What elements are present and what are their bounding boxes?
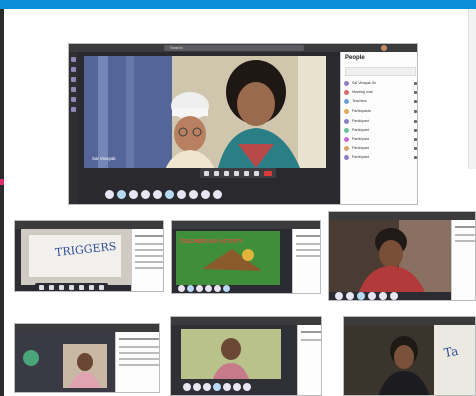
thumbnail-student-2[interactable] — [14, 323, 160, 393]
people-panel: People Sai Vinayak Sir Meeting chat Teac… — [340, 52, 417, 204]
student-feed — [15, 332, 115, 392]
participant-avatar[interactable] — [105, 190, 114, 199]
thumbnail-student-1[interactable] — [328, 211, 476, 301]
people-panel — [115, 332, 159, 392]
list-item[interactable]: Sai Vinayak Sir — [344, 80, 417, 87]
people-panel — [131, 229, 163, 291]
app-rail — [69, 52, 78, 204]
participant-avatar[interactable] — [129, 190, 138, 199]
list-item[interactable]: Participant — [344, 127, 417, 134]
people-panel — [451, 220, 475, 300]
activity-icon[interactable] — [71, 57, 76, 62]
list-item[interactable]: Participants — [344, 108, 417, 115]
participant-avatar[interactable] — [141, 190, 150, 199]
people-panel — [297, 325, 321, 395]
files-icon[interactable] — [71, 107, 76, 112]
participant-strip — [105, 190, 222, 199]
main-call-screenshot: Search Sai Vinayak People Sai Vinayak Si… — [68, 43, 418, 205]
participant-avatar[interactable] — [117, 190, 126, 199]
hang-up-button[interactable] — [264, 170, 272, 176]
thumbnail-whiteboard[interactable]: TRIGGERS — [14, 220, 164, 292]
thumbnail-presentation[interactable]: TEACHERS DAY ACTIVITY — [171, 220, 321, 294]
teams-icon[interactable] — [71, 77, 76, 82]
participant-avatar[interactable] — [201, 190, 210, 199]
slide-title: TEACHERS DAY ACTIVITY — [180, 239, 243, 245]
participant-avatar[interactable] — [153, 190, 162, 199]
meeting-controls — [35, 283, 108, 291]
chat-toggle-icon[interactable] — [254, 170, 259, 176]
participant-strip — [335, 292, 398, 300]
slide-feed — [176, 231, 280, 285]
camera-icon[interactable] — [204, 170, 209, 176]
list-item[interactable]: Participant — [344, 154, 417, 161]
participant-avatar[interactable] — [165, 190, 174, 199]
share-icon[interactable] — [224, 170, 229, 176]
participant-avatar[interactable] — [177, 190, 186, 199]
more-icon[interactable] — [234, 170, 239, 176]
participant-strip — [183, 383, 251, 391]
student-feed — [329, 220, 451, 292]
participant-name: Sai Vinayak — [92, 156, 116, 161]
meeting-controls — [200, 168, 276, 178]
invite-field[interactable] — [345, 67, 416, 76]
raise-hand-icon[interactable] — [244, 170, 249, 176]
left-edge-strip — [0, 9, 4, 396]
calendar-icon[interactable] — [71, 87, 76, 92]
list-item[interactable]: Participant — [344, 118, 417, 125]
list-item[interactable]: Participant — [344, 136, 417, 143]
chat-icon[interactable] — [71, 67, 76, 72]
thumbnail-student-4[interactable]: Ta — [343, 316, 476, 396]
panel-title: People — [345, 55, 365, 61]
video-feed — [78, 52, 340, 204]
video-stage: Sai Vinayak — [78, 52, 340, 204]
list-item[interactable]: Meeting chat — [344, 89, 417, 96]
board-text: Ta — [442, 343, 460, 361]
avatar[interactable] — [381, 45, 387, 51]
list-item[interactable]: Participant — [344, 145, 417, 152]
title-bar: Search — [69, 44, 417, 52]
scrollbar[interactable] — [468, 9, 476, 169]
search-label: Search — [170, 45, 183, 50]
participant-strip — [178, 285, 230, 292]
top-accent-bar — [0, 0, 476, 9]
mic-icon[interactable] — [214, 170, 219, 176]
thumbnail-student-3[interactable] — [170, 316, 322, 396]
edge-marker — [0, 179, 4, 185]
list-item[interactable]: Teachers — [344, 98, 417, 105]
calls-icon[interactable] — [71, 97, 76, 102]
participant-avatar[interactable] — [213, 190, 222, 199]
student-feed — [344, 325, 475, 395]
search-input[interactable]: Search — [164, 45, 304, 51]
participant-avatar[interactable] — [189, 190, 198, 199]
people-panel — [292, 229, 320, 293]
